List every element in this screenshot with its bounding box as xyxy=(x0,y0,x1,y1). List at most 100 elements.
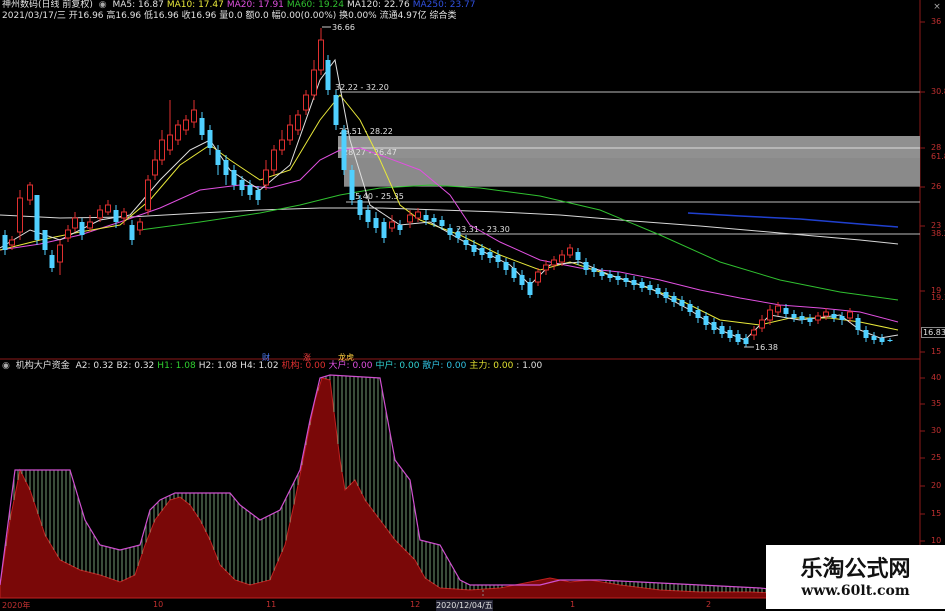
ma-toggle-icon[interactable]: ◉ xyxy=(99,0,107,10)
ma-item: MA5: 16.87 xyxy=(112,0,164,10)
candle-down xyxy=(799,316,805,320)
event-flag[interactable]: 龙虎 xyxy=(338,352,354,363)
candle-up xyxy=(279,139,285,151)
candle-down xyxy=(527,282,533,295)
candle-down xyxy=(439,220,445,226)
fib-axis-label: 19.1 xyxy=(931,293,945,302)
candle-down xyxy=(703,316,709,325)
date-axis-label: 12 xyxy=(410,600,421,609)
candle-down xyxy=(215,150,221,165)
candle-down xyxy=(207,130,213,148)
candle-down xyxy=(455,232,461,238)
price-axis-label: 30.8 xyxy=(931,87,945,96)
candle-up xyxy=(551,259,557,266)
candle-up xyxy=(303,94,309,111)
candle-up xyxy=(87,221,93,229)
candle-down xyxy=(447,228,453,235)
candle-up xyxy=(65,229,71,239)
price-axis-label: 26 xyxy=(931,182,942,191)
candle-down xyxy=(463,240,469,245)
quote-info: 2021/03/17/三 开16.96 高16.96 低16.96 收16.96… xyxy=(2,11,457,21)
candle-down xyxy=(623,278,629,282)
candle-down xyxy=(615,276,621,280)
candle-down xyxy=(735,334,741,342)
candle-down xyxy=(255,190,261,200)
candle-down xyxy=(575,252,581,260)
candle-down xyxy=(783,308,789,314)
candle-down xyxy=(471,245,477,252)
candle-down xyxy=(607,274,613,278)
ma-item: MA20: 17.91 xyxy=(226,0,284,10)
event-flag[interactable]: 财 xyxy=(262,352,270,363)
candle-up xyxy=(815,315,821,321)
candle-down xyxy=(503,262,509,270)
indicator-axis-label: 35 xyxy=(931,399,942,408)
candle-down xyxy=(663,292,669,298)
candle-down xyxy=(479,248,485,255)
candle-down xyxy=(591,268,597,272)
candle-down xyxy=(599,272,605,276)
candle-up xyxy=(97,209,103,219)
candle-up xyxy=(759,319,765,329)
candle-up xyxy=(191,109,197,123)
ma-item: MA120: 22.76 xyxy=(346,0,410,10)
candle-down xyxy=(695,310,701,318)
candle-down xyxy=(583,262,589,270)
watermark-url: www.60lt.com xyxy=(801,583,910,599)
price-axis-label: 36 xyxy=(931,17,942,26)
candle-up xyxy=(767,309,773,321)
event-flag[interactable]: 涨 xyxy=(303,352,311,363)
candle-up xyxy=(559,254,565,263)
indicator-axis-label: 25 xyxy=(931,453,942,462)
candle-down xyxy=(711,322,717,330)
candle-up xyxy=(183,119,189,131)
candle-up xyxy=(105,204,111,213)
candle-up xyxy=(145,179,151,211)
candle-down xyxy=(113,210,119,222)
indicator-axis-label: 30 xyxy=(931,426,942,435)
candle-down xyxy=(79,222,85,235)
candle-up xyxy=(167,134,173,151)
candle-down xyxy=(687,304,693,312)
candle-down xyxy=(333,95,339,125)
chart-canvas: 32.22 - 32.2029.51 - 28.2228.27 - 26.472… xyxy=(0,0,925,609)
candle-down xyxy=(631,280,637,285)
date-axis-label: 10 xyxy=(153,600,164,609)
candle-down xyxy=(365,210,371,222)
candle-down xyxy=(743,338,749,344)
close-icon[interactable]: × xyxy=(932,2,942,12)
date-axis-label: 2 xyxy=(706,600,712,609)
indicator-axis-label: 10 xyxy=(931,536,942,545)
candle-up xyxy=(543,264,549,271)
indicator-item: 散户: 0.00 xyxy=(422,361,467,371)
ma-item: MA250: 23.77 xyxy=(412,0,476,10)
date-axis-label: 2020/12/04/五 xyxy=(436,600,493,611)
candle-down xyxy=(719,326,725,334)
ma-item: MA10: 17.47 xyxy=(166,0,224,10)
candle-down xyxy=(42,230,48,250)
candle-down xyxy=(129,225,135,240)
candle-down xyxy=(671,296,677,302)
candle-down xyxy=(357,200,363,215)
low-label: 16.38 xyxy=(755,343,778,352)
candle-down xyxy=(839,316,845,320)
candle-down xyxy=(831,314,837,318)
candle-down xyxy=(2,235,8,250)
candle-down xyxy=(423,215,429,220)
ma-item: MA60: 19.24 xyxy=(286,0,344,10)
candle-up xyxy=(17,197,23,233)
candle-up xyxy=(295,114,301,131)
candle-down xyxy=(34,195,40,240)
indicator-toggle-icon[interactable]: ◉ xyxy=(2,361,10,371)
date-axis-label: 2020年 xyxy=(2,601,31,610)
candle-down xyxy=(487,252,493,258)
stock-name: 神州数码(日线 前复权) xyxy=(2,0,93,10)
candle-up xyxy=(415,211,421,219)
indicator-item: A2: 0.32 xyxy=(75,361,114,371)
watermark-title: 乐淘公式网 xyxy=(800,557,911,582)
candle-up xyxy=(27,184,33,201)
candle-up xyxy=(121,211,127,219)
candle-down xyxy=(519,275,525,285)
candle-down xyxy=(349,170,355,200)
watermark: 乐淘公式网 www.60lt.com xyxy=(766,545,945,609)
